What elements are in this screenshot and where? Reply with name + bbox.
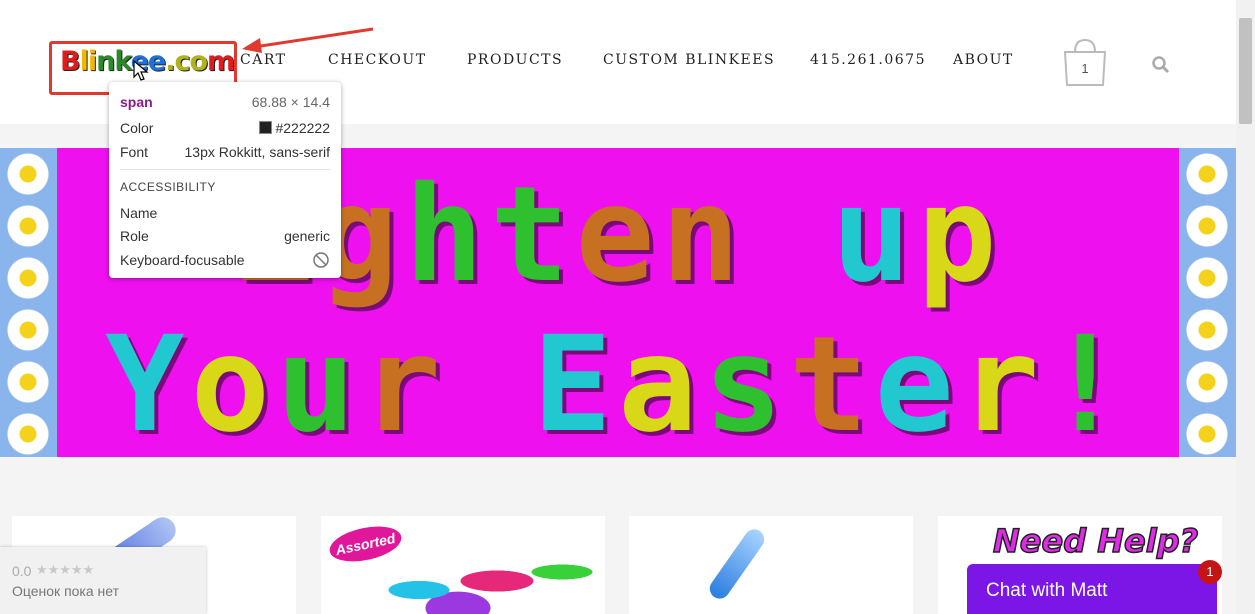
- not-allowed-icon: [313, 252, 329, 268]
- rating-score: 0.0: [12, 563, 32, 579]
- nav-products[interactable]: PRODUCTS: [467, 52, 563, 68]
- daisy-icon: [4, 202, 52, 250]
- tooltip-name-label: Name: [120, 205, 158, 221]
- nav-custom-blinkees[interactable]: CUSTOM BLINKEES: [603, 52, 775, 68]
- daisy-border-left: [0, 148, 57, 457]
- tooltip-section-accessibility: ACCESSIBILITY: [120, 180, 224, 194]
- tooltip-divider: [120, 169, 330, 170]
- daisy-icon: [4, 358, 52, 406]
- shopping-bag-icon[interactable]: 1: [1062, 38, 1108, 88]
- nav-phone[interactable]: 415.261.0675: [810, 52, 926, 68]
- color-swatch-icon: [258, 121, 272, 134]
- tooltip-font-label: Font: [120, 144, 149, 160]
- need-help-badge: Need Help?: [992, 521, 1199, 561]
- daisy-icon: [4, 410, 52, 457]
- tooltip-font-value: 13px Rokkitt, sans-serif: [184, 144, 331, 160]
- nav-checkout[interactable]: CHECKOUT: [328, 52, 427, 68]
- daisy-icon: [1183, 254, 1231, 302]
- chat-with-matt-button[interactable]: Chat with Matt: [967, 564, 1217, 614]
- search-icon[interactable]: [1151, 55, 1171, 75]
- scrollbar-thumb[interactable]: [1239, 18, 1252, 124]
- rating-text: Оценок пока нет: [12, 583, 120, 599]
- chat-unread-badge: 1: [1198, 560, 1222, 584]
- daisy-icon: [4, 150, 52, 198]
- product-card-light-stick[interactable]: [629, 516, 913, 614]
- tooltip-color-label: Color: [120, 120, 154, 136]
- tooltip-focus-label: Keyboard-focusable: [120, 252, 245, 268]
- daisy-icon: [1183, 410, 1231, 457]
- daisy-icon: [1183, 358, 1231, 406]
- tooltip-color-value: #222222: [275, 120, 330, 136]
- daisy-icon: [4, 306, 52, 354]
- daisy-border-right: [1179, 148, 1236, 457]
- tooltip-role-value: generic: [284, 228, 330, 244]
- banner-line-2: Your Easter!: [105, 308, 1131, 457]
- daisy-icon: [1183, 202, 1231, 250]
- nav-about[interactable]: ABOUT: [953, 52, 1014, 68]
- daisy-icon: [4, 254, 52, 302]
- rating-stars: ★★★★★: [36, 562, 95, 577]
- mouse-cursor-icon: [133, 60, 149, 81]
- devtools-inspect-tooltip: span 68.88 × 14.4 Color #222222 Font 13p…: [109, 82, 341, 278]
- tooltip-tag: span: [120, 94, 153, 110]
- cart-count: 1: [1081, 61, 1089, 76]
- daisy-icon: [1183, 306, 1231, 354]
- daisy-icon: [1183, 150, 1231, 198]
- tooltip-dimensions: 68.88 × 14.4: [251, 94, 330, 110]
- rating-widget[interactable]: 0.0 ★★★★★ Оценок пока нет: [0, 547, 206, 614]
- product-card-assorted-ducks[interactable]: Assorted: [321, 516, 605, 614]
- product-image: [705, 525, 769, 603]
- nav-cart[interactable]: CART: [240, 52, 286, 68]
- tooltip-role-label: Role: [120, 228, 149, 244]
- annotation-arrow-icon: [242, 27, 374, 53]
- page-scrollbar[interactable]: [1236, 0, 1255, 614]
